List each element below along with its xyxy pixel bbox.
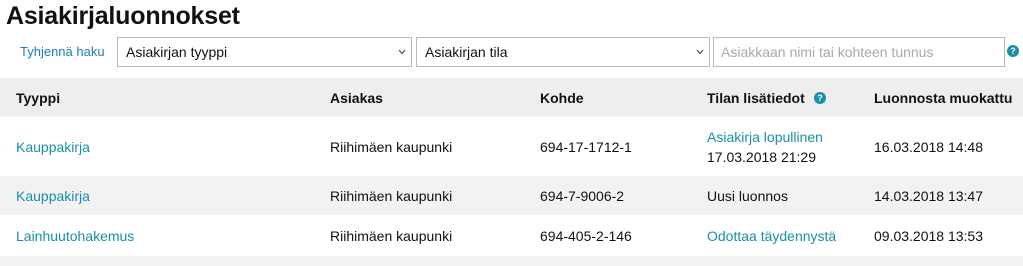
document-state-select-value: Asiakirjan tila	[425, 44, 508, 60]
document-state-select[interactable]: Asiakirjan tila	[416, 37, 710, 67]
state-info-help-icon[interactable]: ?	[814, 92, 826, 104]
table-row[interactable]: Kauppakirja Riihimäen kaupunki 694-17-17…	[0, 117, 1023, 176]
search-help-icon[interactable]: ?	[1007, 45, 1019, 57]
header-state-info[interactable]: Tilan lisätiedot	[707, 78, 805, 117]
row-type-link[interactable]: Kauppakirja	[16, 176, 90, 215]
row-state-link[interactable]: Odottaa täydennystä	[707, 215, 836, 256]
chevron-down-icon	[696, 49, 704, 55]
page-title: Asiakirjaluonnokset	[6, 2, 240, 30]
row-state-text: 17.03.2018 21:29	[707, 148, 816, 165]
row-type-link[interactable]: Kauppakirja	[16, 117, 90, 176]
header-target[interactable]: Kohde	[540, 78, 584, 117]
table-header-row: Tyyppi Asiakas Kohde Tilan lisätiedot Lu…	[0, 78, 1023, 117]
chevron-down-icon	[398, 49, 406, 55]
row-modified: 14.03.2018 13:47	[874, 187, 983, 204]
row-target: 694-7-9006-2	[540, 187, 625, 204]
header-state-info-label: Tilan lisätiedot	[707, 89, 805, 106]
header-type[interactable]: Tyyppi	[16, 78, 60, 117]
row-type-link[interactable]: Lainhuutohakemus	[16, 215, 134, 256]
row-state-text: Uusi luonnos	[707, 187, 788, 204]
row-target: 694-17-1712-1	[540, 138, 632, 155]
table-row[interactable]: Lainhuutohakemus Riihimäen kaupunki 694-…	[0, 215, 1023, 256]
drafts-page: Asiakirjaluonnokset Tyhjennä haku Asiaki…	[0, 0, 1023, 266]
table-row-partial	[0, 256, 1023, 266]
clear-search-link[interactable]: Tyhjennä haku	[20, 44, 105, 59]
row-state-info: Asiakirja lopullinen 17.03.2018 21:29	[707, 117, 823, 176]
row-target: 694-405-2-146	[540, 227, 632, 244]
row-state-link[interactable]: Asiakirja lopullinen	[707, 127, 823, 147]
header-customer[interactable]: Asiakas	[330, 78, 383, 117]
row-modified: 16.03.2018 14:48	[874, 138, 983, 155]
drafts-table: Tyyppi Asiakas Kohde Tilan lisätiedot Lu…	[0, 78, 1023, 266]
row-customer: Riihimäen kaupunki	[330, 227, 453, 244]
customer-search-input[interactable]	[713, 37, 1005, 67]
row-customer: Riihimäen kaupunki	[330, 138, 453, 155]
row-modified: 09.03.2018 13:53	[874, 227, 983, 244]
header-modified[interactable]: Luonnosta muokattu	[874, 78, 1012, 117]
table-row[interactable]: Kauppakirja Riihimäen kaupunki 694-7-900…	[0, 176, 1023, 215]
row-customer: Riihimäen kaupunki	[330, 187, 453, 204]
document-type-select-value: Asiakirjan tyyppi	[126, 44, 228, 60]
document-type-select[interactable]: Asiakirjan tyyppi	[117, 37, 412, 67]
